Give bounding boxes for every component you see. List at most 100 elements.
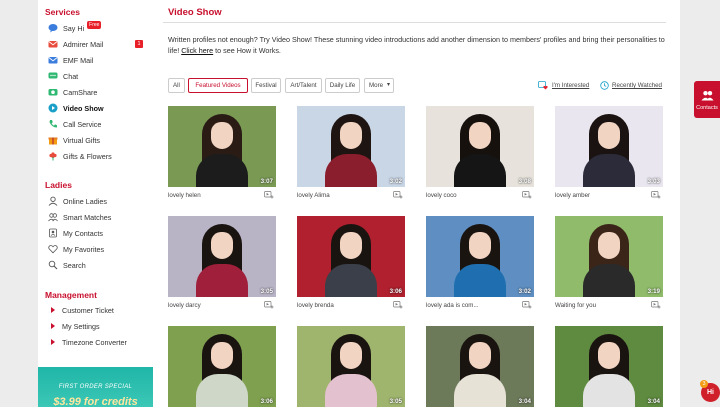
video-caption[interactable]: lovely brenda — [297, 302, 334, 309]
sidebar-item-call-service[interactable]: Call Service — [48, 117, 101, 131]
thumbnail-outfit — [454, 264, 506, 297]
thumbnail-face — [469, 232, 491, 259]
chat-icon — [48, 71, 58, 81]
thumbnail-face — [211, 232, 233, 259]
sidebar-item-label: Online Ladies — [63, 196, 107, 206]
video-thumbnail[interactable]: 3:05 — [168, 216, 276, 297]
video-thumbnail[interactable]: 3:02 — [426, 216, 534, 297]
unread-count-badge: 1 — [135, 40, 143, 48]
sidebar-item-label: My Contacts — [63, 228, 103, 238]
im-interested-link[interactable]: I'm Interested — [538, 81, 589, 90]
tab-daily-life[interactable]: Daily Life — [325, 78, 360, 93]
tab-art-talent[interactable]: Art/Talent — [285, 78, 322, 93]
sidebar-item-label: Virtual Gifts — [63, 135, 101, 145]
sidebar-item-label: Search — [63, 260, 86, 270]
sidebar-item-label: Gifts & Flowers — [63, 151, 112, 161]
sidebar-item-smart-matches[interactable]: Smart Matches — [48, 210, 111, 224]
sidebar-item-emf-mail[interactable]: EMF Mail — [48, 53, 93, 67]
thumbnail-face — [211, 122, 233, 149]
sidebar-item-label: Say Hi — [63, 23, 85, 33]
promo-offer: $3.99 for credits — [53, 396, 138, 407]
video-thumbnail[interactable]: 3:08 — [426, 106, 534, 187]
im-interested-label: I'm Interested — [552, 82, 590, 89]
tab-more-label: More — [369, 82, 384, 89]
contacts-label: Contacts — [696, 105, 718, 111]
contacts-widget[interactable]: Contacts — [694, 81, 720, 118]
sidebar-item-my-settings[interactable]: My Settings — [48, 319, 100, 333]
phone-icon — [48, 119, 58, 129]
caret-right-icon — [51, 307, 55, 313]
first-order-promo-banner[interactable]: FIRST ORDER SPECIAL $3.99 for credits — [38, 367, 153, 407]
add-video-icon[interactable] — [522, 191, 532, 199]
thumbnail-outfit — [583, 374, 635, 407]
video-thumbnail[interactable]: 3:03 — [555, 106, 663, 187]
flower-icon — [48, 151, 58, 161]
sidebar-item-camshare[interactable]: CamShare — [48, 85, 97, 99]
add-video-icon[interactable] — [651, 191, 661, 199]
sidebar-item-gifts-flowers[interactable]: Gifts & Flowers — [48, 149, 112, 163]
add-video-icon[interactable] — [393, 301, 403, 309]
video-caption[interactable]: lovely ada is com... — [426, 302, 479, 309]
thumbnail-face — [469, 342, 491, 369]
management-title: Management — [45, 290, 97, 300]
title-divider — [163, 22, 666, 23]
video-thumbnail[interactable]: 3:02 — [297, 106, 405, 187]
video-duration: 3:04 — [518, 398, 531, 405]
video-duration: 3:06 — [260, 398, 273, 405]
add-video-icon[interactable] — [522, 301, 532, 309]
video-caption[interactable]: lovely helen — [168, 192, 201, 199]
video-icon — [48, 103, 58, 113]
caret-right-icon — [51, 339, 55, 345]
recently-watched-link[interactable]: Recently Watched — [600, 81, 662, 90]
add-video-icon[interactable] — [651, 301, 661, 309]
tab-more[interactable]: More ▾ — [364, 78, 394, 93]
video-thumbnail[interactable]: 3:05 — [297, 326, 405, 407]
sidebar-item-label: Video Show — [63, 103, 104, 113]
sidebar-item-timezone-converter[interactable]: Timezone Converter — [48, 335, 127, 349]
video-caption[interactable]: lovely darcy — [168, 302, 201, 309]
sidebar-item-label: CamShare — [63, 87, 98, 97]
sidebar-item-say-hi[interactable]: Say Hi Free — [48, 21, 102, 35]
video-duration: 3:03 — [647, 178, 660, 185]
tab-festival[interactable]: Festival — [251, 78, 281, 93]
sidebar-item-search[interactable]: Search — [48, 258, 86, 272]
thumbnail-face — [598, 122, 620, 149]
video-thumbnail[interactable]: 3:04 — [426, 326, 534, 407]
mail-icon — [48, 55, 58, 65]
add-video-icon[interactable] — [264, 301, 274, 309]
video-caption[interactable]: lovely coco — [426, 192, 457, 199]
sidebar-item-online-ladies[interactable]: Online Ladies — [48, 194, 107, 208]
sidebar-item-my-contacts[interactable]: My Contacts — [48, 226, 103, 240]
interested-heart-icon — [538, 81, 549, 90]
sidebar-item-label: My Settings — [62, 321, 100, 331]
thumbnail-face — [340, 122, 362, 149]
video-caption[interactable]: lovely Alima — [297, 192, 330, 199]
video-duration: 3:04 — [647, 398, 660, 405]
add-video-icon[interactable] — [264, 191, 274, 199]
sidebar-item-my-favorites[interactable]: My Favorites — [48, 242, 104, 256]
video-thumbnail[interactable]: 3:19 — [555, 216, 663, 297]
thumbnail-face — [211, 342, 233, 369]
video-thumbnail[interactable]: 3:04 — [555, 326, 663, 407]
sidebar-item-video-show[interactable]: Video Show — [48, 101, 104, 115]
video-caption[interactable]: lovely amber — [555, 192, 590, 199]
video-duration: 3:05 — [260, 288, 273, 295]
click-here-link[interactable]: Click here — [181, 46, 213, 55]
sidebar-item-admirer-mail[interactable]: Admirer Mail — [48, 37, 103, 51]
video-thumbnail[interactable]: 3:06 — [297, 216, 405, 297]
sidebar-item-customer-ticket[interactable]: Customer Ticket — [48, 303, 114, 317]
sidebar-item-label: Call Service — [63, 119, 102, 129]
add-video-icon[interactable] — [393, 191, 403, 199]
person-icon — [48, 196, 58, 206]
tab-featured-videos[interactable]: Featured Videos — [188, 78, 248, 93]
video-thumbnail[interactable]: 3:06 — [168, 326, 276, 407]
sidebar-item-chat[interactable]: Chat — [48, 69, 78, 83]
thumbnail-outfit — [325, 374, 377, 407]
gift-icon — [48, 135, 58, 145]
video-thumbnail[interactable]: 3:07 — [168, 106, 276, 187]
sidebar-item-virtual-gifts[interactable]: Virtual Gifts — [48, 133, 100, 147]
thumbnail-face — [340, 342, 362, 369]
thumbnail-face — [340, 232, 362, 259]
video-caption[interactable]: Waiting for you — [555, 302, 596, 309]
tab-all[interactable]: All — [168, 78, 185, 93]
